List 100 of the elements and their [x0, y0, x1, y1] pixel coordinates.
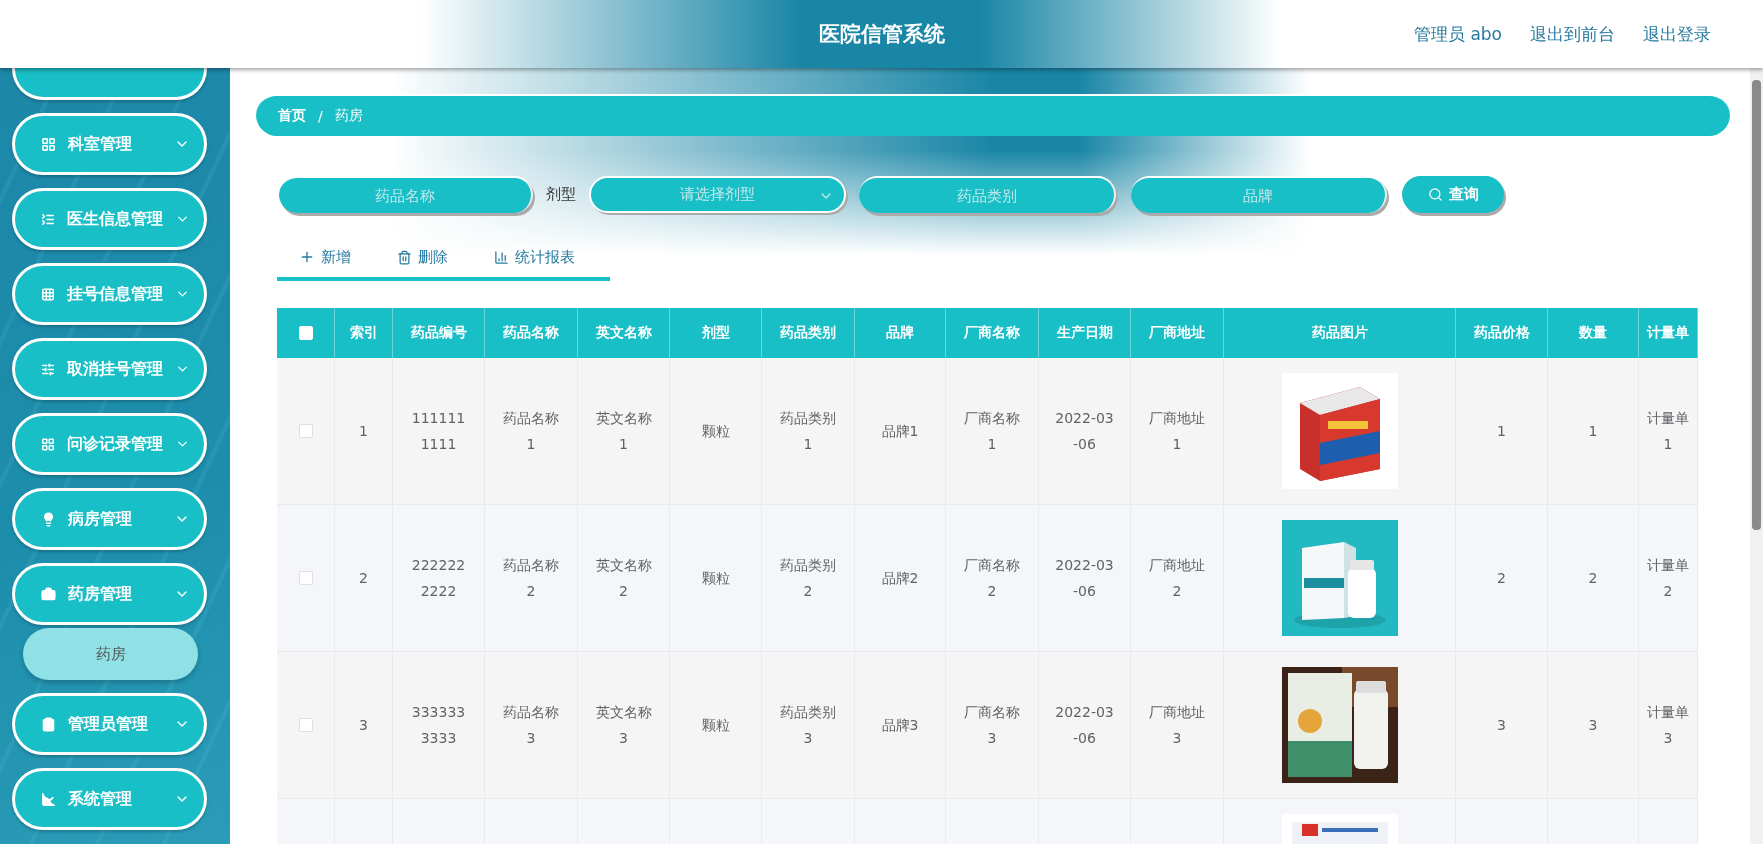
- menu-label: 问诊记录管理: [67, 433, 164, 455]
- table-cell: 1: [1548, 358, 1639, 505]
- table-cell: 计量单3: [1639, 652, 1698, 799]
- table-cell: 2022-03-06: [1039, 358, 1131, 505]
- menu-label: 医生信息管理: [67, 208, 164, 230]
- sliders-icon: [41, 361, 56, 377]
- column-header: 药品价格: [1456, 308, 1548, 358]
- menu-label: 科室管理: [68, 133, 133, 155]
- table-cell: 药品名称1: [485, 358, 578, 505]
- clipboard-icon: [41, 716, 56, 732]
- sidebar-menu-item[interactable]: 病房管理: [12, 488, 207, 550]
- table-cell: 药品类别2: [762, 505, 855, 652]
- menu-label: 取消挂号管理: [67, 358, 164, 380]
- column-header: 英文名称: [578, 308, 670, 358]
- column-header: 药品类别: [762, 308, 855, 358]
- table-cell: 2022-03-06: [1039, 652, 1131, 799]
- grid-icon: [41, 136, 56, 152]
- search-icon: [1427, 187, 1443, 202]
- app-title: 医院信管系统: [818, 21, 945, 48]
- table-cell: 1: [335, 358, 393, 505]
- table-cell: 2222222222: [393, 505, 485, 652]
- menu-label: 病房管理: [68, 508, 133, 530]
- brand-search-field[interactable]: 品牌: [1131, 176, 1387, 213]
- header-link[interactable]: 退出登录: [1643, 22, 1711, 46]
- sidebar-menu-item[interactable]: [12, 68, 207, 100]
- scrollbar[interactable]: [1750, 68, 1763, 844]
- column-header: 厂商地址: [1131, 308, 1224, 358]
- report-button[interactable]: 统计报表: [494, 247, 575, 267]
- table-cell: 英文名称3: [578, 652, 670, 799]
- sidebar-menu-item[interactable]: 管理员管理: [12, 693, 207, 755]
- column-header: 厂商名称: [946, 308, 1039, 358]
- sidebar-menu-item[interactable]: 科室管理: [12, 113, 207, 175]
- table-cell: 英文名称2: [578, 505, 670, 652]
- bar-chart-icon: [494, 249, 509, 265]
- breadcrumb-item[interactable]: 首页: [278, 107, 306, 125]
- table-cell: 厂商地址1: [1131, 358, 1224, 505]
- row-checkbox[interactable]: [298, 571, 313, 585]
- column-header: 药品图片: [1224, 308, 1456, 358]
- breadcrumb-item: 药房: [334, 107, 363, 125]
- add-button[interactable]: 新增: [299, 247, 351, 267]
- sidebar-menu-item[interactable]: 取消挂号管理: [12, 338, 207, 400]
- grid-icon: [41, 436, 56, 452]
- table-cell: 3333333333: [393, 652, 485, 799]
- header-link[interactable]: 管理员 abo: [1414, 22, 1502, 46]
- column-header: 索引: [335, 308, 393, 358]
- menu-label: 药房管理: [68, 583, 133, 605]
- table-cell: 品牌1: [855, 358, 946, 505]
- sidebar-submenu-item[interactable]: 药房: [23, 628, 198, 680]
- table-cell: 药品类别1: [762, 358, 855, 505]
- table-cell: 颗粒: [670, 652, 762, 799]
- table-cell: 3: [1456, 652, 1548, 799]
- breadcrumb-item: /: [318, 108, 323, 124]
- column-header: 剂型: [670, 308, 762, 358]
- table-cell: 药品名称3: [485, 652, 578, 799]
- table-cell: 3: [335, 652, 393, 799]
- select-all-checkbox[interactable]: [298, 326, 313, 340]
- table-cell: 2: [1548, 505, 1639, 652]
- table-cell: 英文名称1: [578, 358, 670, 505]
- table-cell: 品牌3: [855, 652, 946, 799]
- sidebar-menu-item[interactable]: 问诊记录管理: [12, 413, 207, 475]
- table-cell: 药品名称2: [485, 505, 578, 652]
- grid-icon: [41, 286, 56, 302]
- table-cell: 1: [1456, 358, 1548, 505]
- table-cell: 2: [335, 505, 393, 652]
- column-header: 生产日期: [1039, 308, 1131, 358]
- table-cell: 3: [1548, 652, 1639, 799]
- row-checkbox[interactable]: [298, 718, 313, 732]
- name-search-field[interactable]: 药品名称: [279, 176, 533, 213]
- sidebar-menu-item[interactable]: 系统管理: [12, 768, 207, 830]
- table-cell: 计量单1: [1639, 358, 1698, 505]
- table-cell: 1111111111: [393, 358, 485, 505]
- table-cell: 厂商地址2: [1131, 505, 1224, 652]
- column-header: 数量: [1548, 308, 1639, 358]
- table-cell: 2: [1456, 505, 1548, 652]
- table-cell: 厂商名称2: [946, 505, 1039, 652]
- menu-label: 系统管理: [68, 788, 133, 810]
- delete-button[interactable]: 删除: [397, 247, 448, 267]
- type-select[interactable]: 请选择剂型: [589, 176, 846, 213]
- row-checkbox[interactable]: [298, 424, 313, 438]
- field-label: 剂型: [546, 185, 576, 204]
- category-search-field[interactable]: 药品类别: [859, 176, 1116, 213]
- column-header: 品牌: [855, 308, 946, 358]
- table-cell: 厂商名称3: [946, 652, 1039, 799]
- table-cell: 2022-03-06: [1039, 505, 1131, 652]
- sidebar-menu-item[interactable]: 医生信息管理: [12, 188, 207, 250]
- column-header: 药品名称: [485, 308, 578, 358]
- trash-icon: [397, 249, 412, 265]
- lightbulb-icon: [41, 511, 56, 527]
- column-header: 计量单: [1639, 308, 1698, 358]
- table-cell: 药品类别3: [762, 652, 855, 799]
- sidebar-menu-item[interactable]: 药房管理: [12, 563, 207, 625]
- sidebar-menu-item[interactable]: 挂号信息管理: [12, 263, 207, 325]
- table-cell: 品牌2: [855, 505, 946, 652]
- header-link[interactable]: 退出到前台: [1530, 22, 1615, 46]
- table-cell: 颗粒: [670, 358, 762, 505]
- chart-icon: [41, 791, 56, 807]
- search-button[interactable]: 查询: [1402, 176, 1504, 213]
- list-icon: [41, 211, 56, 227]
- menu-label: 挂号信息管理: [67, 283, 164, 305]
- table-cell: 计量单2: [1639, 505, 1698, 652]
